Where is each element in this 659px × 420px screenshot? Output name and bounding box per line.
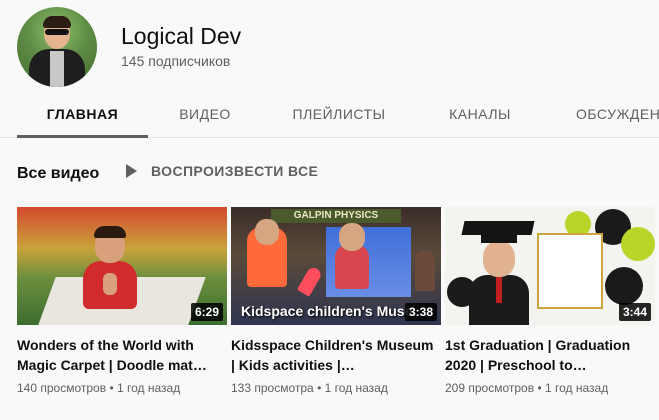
video-duration: 3:44 xyxy=(618,303,651,321)
video-meta: 133 просмотра • 1 год назад xyxy=(231,381,441,395)
channel-header: Logical Dev 145 подписчиков xyxy=(0,0,659,95)
video-meta: 209 просмотров • 1 год назад xyxy=(445,381,655,395)
channel-tabs: ГЛАВНАЯ ВИДЕО ПЛЕЙЛИСТЫ КАНАЛЫ ОБСУЖДЕН xyxy=(0,95,659,138)
play-all-label: ВОСПРОИЗВЕСТИ ВСЕ xyxy=(151,163,319,179)
meta-separator: • xyxy=(109,381,117,395)
video-views: 140 просмотров xyxy=(17,381,107,395)
tab-discussion[interactable]: ОБСУЖДЕН xyxy=(560,95,659,138)
thumbnail-face xyxy=(483,241,515,277)
thumbnail-kid-left-head xyxy=(255,219,279,245)
tab-home[interactable]: ГЛАВНАЯ xyxy=(17,95,148,138)
video-meta: 140 просмотров • 1 год назад xyxy=(17,381,227,395)
thumbnail-balloon xyxy=(605,267,643,305)
video-age: 1 год назад xyxy=(324,381,388,395)
video-title[interactable]: Wonders of the World with Magic Carpet |… xyxy=(17,335,222,375)
video-thumbnail[interactable]: 6:29 xyxy=(17,207,227,325)
channel-name: Logical Dev xyxy=(121,23,242,49)
avatar-shirt xyxy=(50,51,64,87)
tab-channels[interactable]: КАНАЛЫ xyxy=(428,95,532,138)
rocket-icon xyxy=(296,265,324,297)
video-card[interactable]: GALPIN PHYSICS Kidspace children's Muse … xyxy=(231,207,441,395)
tab-playlists[interactable]: ПЛЕЙЛИСТЫ xyxy=(272,95,406,138)
play-icon xyxy=(126,164,137,178)
thumbnail-kid-center-body xyxy=(335,245,369,289)
video-thumbnail[interactable]: GALPIN PHYSICS Kidspace children's Muse … xyxy=(231,207,441,325)
thumbnail-banner: GALPIN PHYSICS xyxy=(271,209,401,223)
active-tab-indicator xyxy=(17,135,148,138)
thumbnail-kid-hands xyxy=(103,273,117,295)
subscriber-count: 145 подписчиков xyxy=(121,53,231,69)
video-views: 209 просмотров xyxy=(445,381,535,395)
meta-separator: • xyxy=(317,381,325,395)
thumbnail-kid-hair xyxy=(94,226,126,238)
video-title[interactable]: 1st Graduation | Graduation 2020 | Presc… xyxy=(445,335,650,375)
video-age: 1 год назад xyxy=(544,381,609,395)
thumbnail-sign xyxy=(537,233,603,309)
graduation-cap-icon xyxy=(461,221,535,235)
channel-avatar[interactable] xyxy=(17,7,97,87)
video-duration: 3:38 xyxy=(404,303,437,321)
video-views: 133 просмотра xyxy=(231,381,314,395)
section-title[interactable]: Все видео xyxy=(17,165,99,183)
avatar-hair xyxy=(43,16,71,28)
video-title[interactable]: Kidsspace Children's Museum | Kids activ… xyxy=(231,335,436,375)
meta-separator: • xyxy=(537,381,545,395)
thumbnail-kid-right xyxy=(415,251,435,291)
video-duration: 6:29 xyxy=(190,303,223,321)
section-header: Все видео xyxy=(17,162,99,186)
thumbnail-balloon xyxy=(621,227,655,261)
video-age: 1 год назад xyxy=(116,381,181,395)
video-thumbnail[interactable]: 3:44 xyxy=(445,207,655,325)
video-card[interactable]: 6:29 Wonders of the World with Magic Car… xyxy=(17,207,227,395)
video-card[interactable]: 3:44 1st Graduation | Graduation 2020 | … xyxy=(445,207,655,395)
thumbnail-kid-center-head xyxy=(339,223,365,251)
tab-videos[interactable]: ВИДЕО xyxy=(160,95,250,138)
thumbnail-tie xyxy=(496,277,502,303)
play-all-button[interactable]: ВОСПРОИЗВЕСТИ ВСЕ xyxy=(126,163,318,179)
avatar-glasses xyxy=(45,29,69,35)
thumbnail-overlay-text: Kidspace children's Muse xyxy=(241,303,413,319)
